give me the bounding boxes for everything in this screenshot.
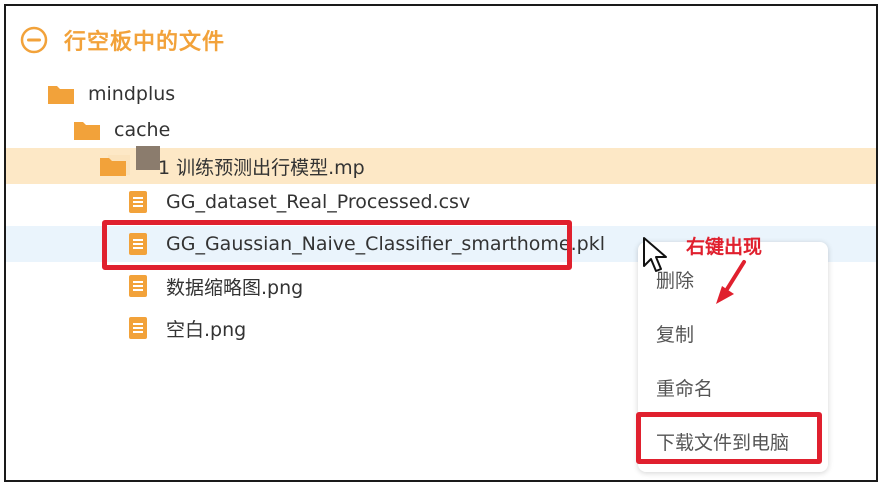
highlight-box-download (636, 412, 822, 464)
panel-header: 行空板中的文件 (20, 22, 225, 58)
tree-item-cache[interactable]: cache (6, 112, 876, 148)
tree-item-label: 空白.png (166, 318, 247, 341)
tree-item-label: cache (114, 119, 171, 141)
tree-item-csv[interactable]: GG_dataset_Real_Processed.csv (6, 184, 876, 220)
tree-item-label: 1 训练预测出行模型.mp (158, 156, 365, 179)
tree-item-label: GG_dataset_Real_Processed.csv (166, 191, 471, 213)
file-icon (129, 275, 147, 297)
circle-minus-icon[interactable] (20, 26, 48, 54)
tree-item-project-folder[interactable]: 1 训练预测出行模型.mp (6, 146, 876, 184)
file-icon (129, 317, 147, 339)
folder-icon (48, 86, 74, 104)
arrow-icon (716, 260, 746, 304)
tree-item-mindplus[interactable]: mindplus (6, 76, 876, 112)
file-icon (129, 191, 147, 213)
annotation-label: 右键出现 (686, 236, 763, 258)
folder-icon (74, 122, 100, 140)
panel-title: 行空板中的文件 (64, 30, 226, 55)
file-panel: 行空板中的文件 mindplus cache 1 训练预测出行模型.mp GG_… (4, 4, 878, 482)
menu-item-rename[interactable]: 重命名 (656, 374, 713, 401)
mouse-cursor-icon (643, 237, 667, 272)
tree-item-label: mindplus (88, 83, 176, 105)
tree-item-label: 数据缩略图.png (166, 276, 304, 299)
folder-icon (100, 146, 160, 180)
highlight-box-file (102, 220, 572, 270)
menu-item-copy[interactable]: 复制 (656, 320, 694, 347)
